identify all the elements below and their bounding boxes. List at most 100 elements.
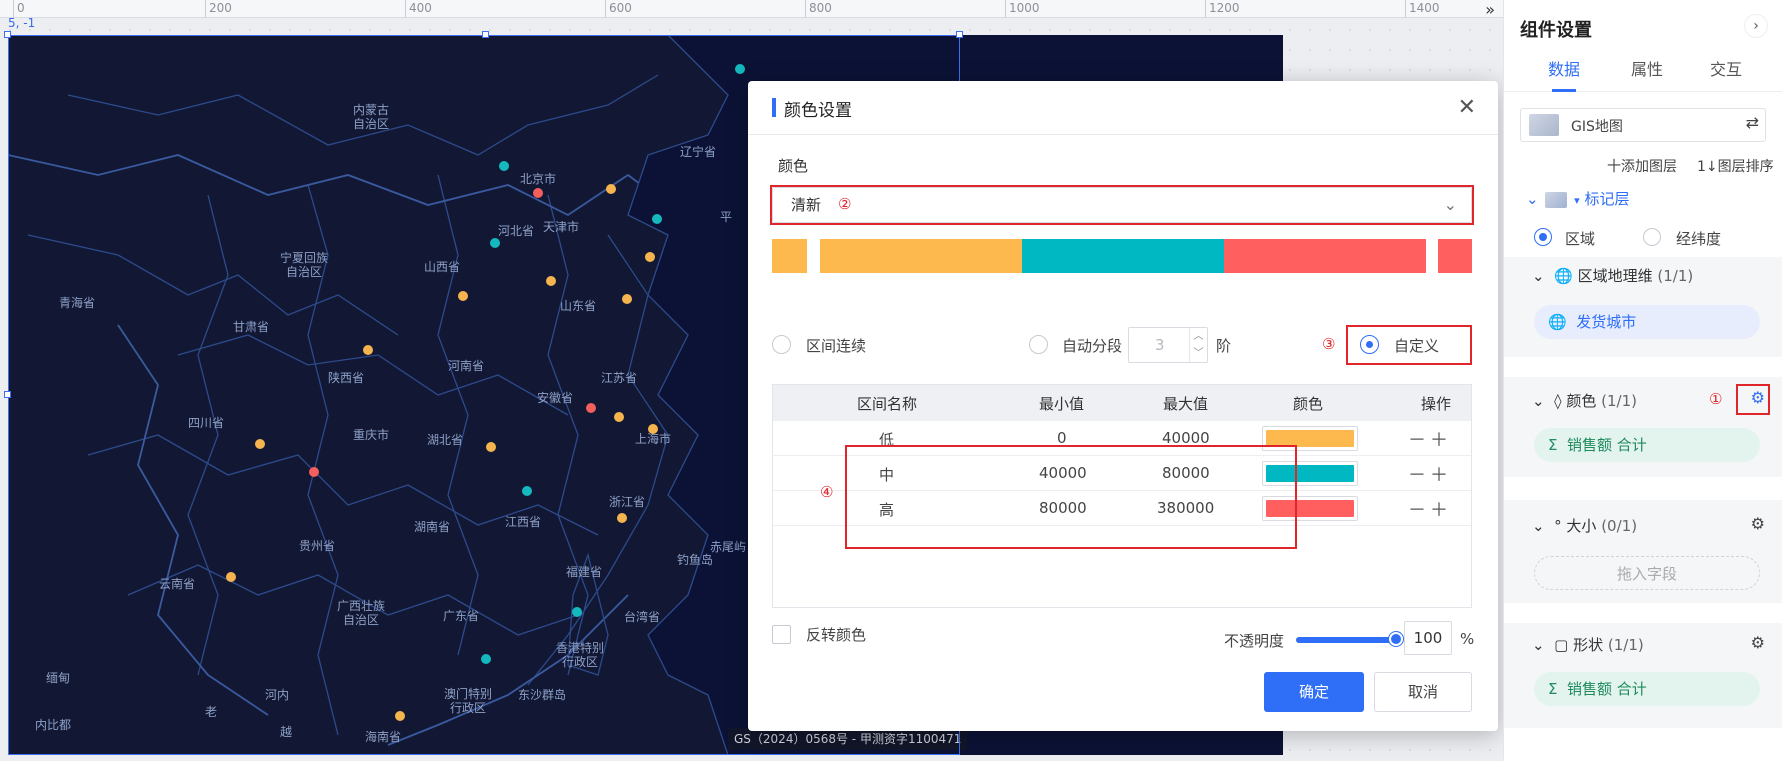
layer-selector[interactable]: GIS地图 ⇄ [1520, 108, 1766, 142]
continuous-label: 区间连续 [806, 337, 867, 355]
annotation-number: ③ [1322, 335, 1336, 353]
resize-handle[interactable] [482, 31, 489, 38]
custom-label: 自定义 [1394, 337, 1440, 355]
color-header[interactable]: ⌄ ◊ 颜色 (1/1) [1532, 390, 1637, 411]
panel-tabs: 数据 属性 交互 [1504, 50, 1782, 92]
shape-icon: ▢ [1554, 636, 1569, 654]
double-chevron-right-icon[interactable]: » [1485, 0, 1495, 19]
color-swatch[interactable] [1022, 239, 1224, 273]
color-settings-dialog: 颜色设置 ✕ 颜色 清新 ⌄ ② 区间连续 自动分段 3 ︿ ﹀ 阶 ③ 自定义 … [748, 81, 1498, 731]
ruler-tick: 800 [805, 0, 832, 18]
tab-interaction[interactable]: 交互 [1710, 56, 1742, 80]
resize-handle[interactable] [4, 31, 11, 38]
chevron-down-icon: ⌄ [1532, 392, 1545, 410]
stepper-arrows-icon[interactable]: ︿ ﹀ [1189, 328, 1207, 362]
swap-icon[interactable]: ⇄ [1746, 113, 1759, 132]
ruler-tick: 200 [205, 0, 232, 18]
tab-properties[interactable]: 属性 [1631, 56, 1663, 80]
slider-handle[interactable] [1389, 632, 1403, 646]
color-title: 颜色 [1566, 392, 1597, 410]
highlight-box [770, 185, 1474, 225]
globe-icon: 🌐 [1554, 267, 1573, 285]
field-pill[interactable]: Σ 销售额 合计 [1534, 428, 1760, 462]
chevron-down-icon: ⌄ [1526, 190, 1539, 208]
chevron-down-icon: ⌄ [1532, 636, 1545, 654]
radio-auto-segment[interactable] [1029, 335, 1048, 354]
field-pill[interactable]: 🌐 发货城市 [1534, 305, 1760, 339]
chevron-down-icon: ⌄ [1532, 267, 1545, 285]
resize-handle[interactable] [956, 31, 963, 38]
opacity-unit: % [1460, 630, 1475, 648]
color-label: 颜色 [778, 157, 809, 175]
row-actions[interactable]: －＋ [1408, 496, 1452, 522]
ruler-tick: 1000 [1005, 0, 1040, 18]
column-header: 最小值 [1039, 395, 1085, 413]
color-section: ⌄ ◊ 颜色 (1/1) ① ⚙ Σ 销售额 合计 [1504, 377, 1782, 477]
opacity-input[interactable]: 100 [1404, 621, 1452, 655]
add-layer-link[interactable]: 十添加图层 [1607, 156, 1677, 176]
chevron-right-icon[interactable]: › [1744, 14, 1768, 38]
shape-count: (1/1) [1607, 636, 1644, 654]
segment-count-stepper[interactable]: 3 ︿ ﹀ [1128, 327, 1208, 363]
tab-data[interactable]: 数据 [1548, 56, 1580, 80]
ruler-tick: 600 [605, 0, 632, 18]
annotation-number: ① [1709, 390, 1723, 408]
annotation-number: ② [838, 195, 852, 213]
radio-custom[interactable] [1360, 335, 1379, 354]
marker-layer-row[interactable]: ⌄ ▾ 标记层 [1526, 188, 1629, 209]
table-header: 区间名称 最小值 最大值 颜色 操作 [773, 385, 1471, 421]
field-pill[interactable]: Σ 销售额 合计 [1534, 672, 1760, 706]
row-actions[interactable]: －＋ [1408, 461, 1452, 487]
color-count: (1/1) [1601, 392, 1637, 410]
globe-icon: 🌐 [1548, 313, 1567, 331]
region-dim-header[interactable]: ⌄ 🌐 区域地理维 (1/1) [1532, 265, 1693, 286]
shape-title: 形状 [1573, 636, 1604, 654]
gear-icon[interactable]: ⚙ [1751, 388, 1765, 407]
opacity-slider[interactable] [1296, 632, 1403, 646]
color-swatch[interactable] [820, 239, 1022, 273]
gear-icon[interactable]: ⚙ [1751, 514, 1765, 533]
row-actions[interactable]: －＋ [1408, 426, 1452, 452]
droplet-icon: ◊ [1554, 392, 1562, 410]
chevron-down-icon: ⌄ [1532, 517, 1545, 535]
shape-header[interactable]: ⌄ ▢ 形状 (1/1) [1532, 634, 1644, 655]
drop-field-zone[interactable]: 拖入字段 [1534, 556, 1760, 590]
reverse-color-checkbox[interactable] [772, 625, 791, 644]
reverse-color-label: 反转颜色 [806, 626, 867, 644]
radio-latlng[interactable] [1643, 228, 1661, 246]
region-dim-title: 区域地理维 [1577, 267, 1653, 285]
confirm-button[interactable]: 确定 [1264, 672, 1364, 712]
size-header[interactable]: ⌄ ° 大小 (0/1) [1532, 515, 1637, 536]
field-name: 销售额 合计 [1567, 680, 1647, 698]
gear-icon[interactable]: ⚙ [1751, 633, 1765, 652]
chevron-down-icon: ▾ [1574, 194, 1580, 207]
dialog-header: 颜色设置 ✕ [748, 81, 1498, 135]
close-icon[interactable]: ✕ [1458, 95, 1476, 120]
color-swatch[interactable] [772, 239, 807, 273]
sort-layer-link[interactable]: 1↓图层排序 [1697, 156, 1774, 176]
radio-continuous[interactable] [772, 335, 791, 354]
highlight-box [845, 445, 1297, 549]
segment-count-value: 3 [1155, 336, 1165, 354]
opacity-label: 不透明度 [1224, 632, 1285, 650]
slider-fill [1296, 637, 1396, 643]
color-swatch[interactable] [1224, 239, 1426, 273]
resize-handle[interactable] [4, 391, 11, 398]
size-section: ⌄ ° 大小 (0/1) ⚙ 拖入字段 [1504, 500, 1782, 603]
region-label: 区域 [1565, 230, 1596, 248]
field-name: 发货城市 [1576, 313, 1637, 331]
radio-region[interactable] [1534, 228, 1552, 246]
title-accent-bar [772, 98, 776, 117]
active-tab-indicator [1552, 89, 1576, 92]
ruler-tick: 1400 [1405, 0, 1440, 18]
marker-layer-thumbnail-icon [1545, 191, 1568, 208]
size-count: (0/1) [1601, 517, 1638, 535]
ruler-tick: 1200 [1205, 0, 1240, 18]
color-swatch[interactable] [1438, 239, 1472, 273]
sigma-icon: Σ [1548, 680, 1558, 698]
auto-segment-label: 自动分段 [1062, 337, 1123, 355]
map-thumbnail-icon [1529, 114, 1559, 136]
region-dim-count: (1/1) [1657, 267, 1694, 285]
coordinate-readout: 5, -1 [8, 16, 36, 30]
cancel-button[interactable]: 取消 [1374, 672, 1472, 712]
